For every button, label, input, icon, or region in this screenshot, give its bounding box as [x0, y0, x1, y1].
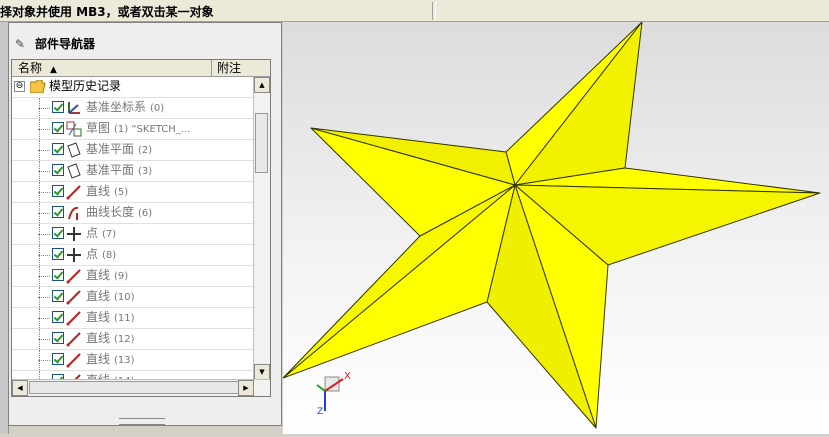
- visibility-checkbox[interactable]: [52, 311, 64, 323]
- tree-item[interactable]: 基准坐标系 (0): [12, 98, 254, 119]
- line-icon: [66, 310, 82, 326]
- scroll-thumb[interactable]: [255, 113, 268, 173]
- curve-length-icon: [66, 205, 82, 221]
- tree-connector: [38, 255, 50, 256]
- tree-item-label: 直线 (12): [86, 331, 135, 345]
- star-model[interactable]: [282, 21, 829, 434]
- tree-connector: [38, 213, 50, 214]
- tree-item-label: 点 (8): [86, 247, 117, 261]
- vertical-scrollbar[interactable]: ▲ ▼: [253, 77, 270, 380]
- folder-open-icon: [30, 80, 46, 93]
- tree-item-label: 基准平面 (3): [86, 163, 153, 177]
- tree-connector: [38, 108, 50, 109]
- visibility-checkbox[interactable]: [52, 164, 64, 176]
- tree-root-label: 模型历史记录: [49, 79, 122, 93]
- tree-item-label: 基准平面 (2): [86, 142, 153, 156]
- tree-item-label: 直线 (9): [86, 268, 129, 282]
- star-facet[interactable]: [514, 21, 643, 186]
- scroll-up-button[interactable]: ▲: [254, 77, 270, 93]
- visibility-checkbox[interactable]: [52, 227, 64, 239]
- tree-connector: [38, 318, 50, 319]
- tree-root-history[interactable]: ⊖ 模型历史记录: [12, 77, 254, 98]
- sketch-icon: [66, 121, 82, 137]
- status-message: 择对象并使用 MB3，或者双击某一对象: [0, 5, 214, 19]
- tree-item-label: 直线 (13): [86, 352, 135, 366]
- point-icon: [66, 247, 82, 263]
- tree-connector: [38, 360, 50, 361]
- visibility-checkbox[interactable]: [52, 143, 64, 155]
- tree-connector: [38, 192, 50, 193]
- line-icon: [66, 331, 82, 347]
- visibility-checkbox[interactable]: [52, 206, 64, 218]
- tree-connector: [38, 234, 50, 235]
- tree-item-label: 直线 (10): [86, 289, 135, 303]
- tree-item[interactable]: 点 (7): [12, 224, 254, 245]
- status-separator: [432, 2, 436, 20]
- visibility-checkbox[interactable]: [52, 269, 64, 281]
- status-bar: 择对象并使用 MB3，或者双击某一对象: [0, 0, 829, 22]
- part-navigator-panel: ✎ 部件导航器 名称 ▲ 附注 ⊖ 模型历史记录 基准坐标系 (0) 草图 (1) “SK…: [8, 22, 282, 426]
- visibility-checkbox[interactable]: [52, 101, 64, 113]
- line-icon: [66, 289, 82, 305]
- tree-header: 名称 ▲ 附注: [12, 60, 270, 77]
- tree-item[interactable]: 基准平面 (3): [12, 161, 254, 182]
- line-icon: [66, 268, 82, 284]
- tree-item-label: 直线 (5): [86, 184, 129, 198]
- tree-item[interactable]: 直线 (10): [12, 287, 254, 308]
- tree-item-label: 曲线长度 (6): [86, 205, 153, 219]
- tree-item-label: 基准坐标系 (0): [86, 100, 165, 114]
- tree-item-label: 直线 (11): [86, 310, 135, 324]
- visibility-checkbox[interactable]: [52, 122, 64, 134]
- tree-connector: [38, 297, 50, 298]
- tree-item[interactable]: 草图 (1) “SKETCH_...: [12, 119, 254, 140]
- line-icon: [66, 352, 82, 368]
- column-note-header[interactable]: 附注: [213, 60, 257, 76]
- view-triad-icon: X Z: [316, 371, 351, 417]
- visibility-checkbox[interactable]: [52, 290, 64, 302]
- visibility-checkbox[interactable]: [52, 332, 64, 344]
- tree-connector: [38, 339, 50, 340]
- tree-connector: [38, 171, 50, 172]
- datum-csys-icon: [66, 100, 82, 116]
- tree-item[interactable]: 直线 (11): [12, 308, 254, 329]
- scroll-left-button[interactable]: ◀: [12, 380, 28, 396]
- horizontal-scrollbar[interactable]: ◀ ▶: [12, 379, 270, 396]
- tree-connector: [38, 129, 50, 130]
- pin-icon[interactable]: ✎: [15, 37, 29, 51]
- panel-resize-grip[interactable]: [119, 418, 165, 425]
- visibility-checkbox[interactable]: [52, 248, 64, 260]
- datum-plane-icon: [66, 142, 82, 158]
- line-icon: [66, 184, 82, 200]
- triad-x-label: X: [344, 371, 351, 382]
- datum-plane-icon: [66, 163, 82, 179]
- panel-title-text: 部件导航器: [35, 37, 96, 51]
- tree-item[interactable]: 直线 (13): [12, 350, 254, 371]
- tree-item[interactable]: 直线 (9): [12, 266, 254, 287]
- scroll-right-button[interactable]: ▶: [238, 380, 254, 396]
- graphics-viewport[interactable]: X Z: [282, 21, 829, 434]
- tree-item-label: 点 (7): [86, 226, 117, 240]
- visibility-checkbox[interactable]: [52, 185, 64, 197]
- navigator-tree[interactable]: 名称 ▲ 附注 ⊖ 模型历史记录 基准坐标系 (0) 草图 (1) “SKETCH_..…: [11, 59, 271, 397]
- tree-connector: [38, 150, 50, 151]
- panel-title: ✎ 部件导航器: [15, 35, 95, 52]
- tree-connector: [38, 276, 50, 277]
- column-name-header[interactable]: 名称 ▲: [12, 60, 212, 76]
- sort-ascending-icon: ▲: [50, 65, 57, 75]
- tree-item[interactable]: 点 (8): [12, 245, 254, 266]
- triad-z-label: Z: [317, 407, 323, 417]
- tree-item[interactable]: 曲线长度 (6): [12, 203, 254, 224]
- tree-item-label: 草图 (1) “SKETCH_...: [86, 121, 191, 135]
- tree-item[interactable]: 基准平面 (2): [12, 140, 254, 161]
- horizontal-scroll-thumb[interactable]: [29, 381, 239, 394]
- tree-rows: ⊖ 模型历史记录 基准坐标系 (0) 草图 (1) “SKETCH_... 基准平面 (2…: [12, 77, 254, 396]
- tree-item[interactable]: 直线 (5): [12, 182, 254, 203]
- tree-item[interactable]: 直线 (12): [12, 329, 254, 350]
- scroll-down-button[interactable]: ▼: [254, 364, 270, 380]
- visibility-checkbox[interactable]: [52, 353, 64, 365]
- collapse-icon[interactable]: ⊖: [14, 81, 25, 92]
- point-icon: [66, 226, 82, 242]
